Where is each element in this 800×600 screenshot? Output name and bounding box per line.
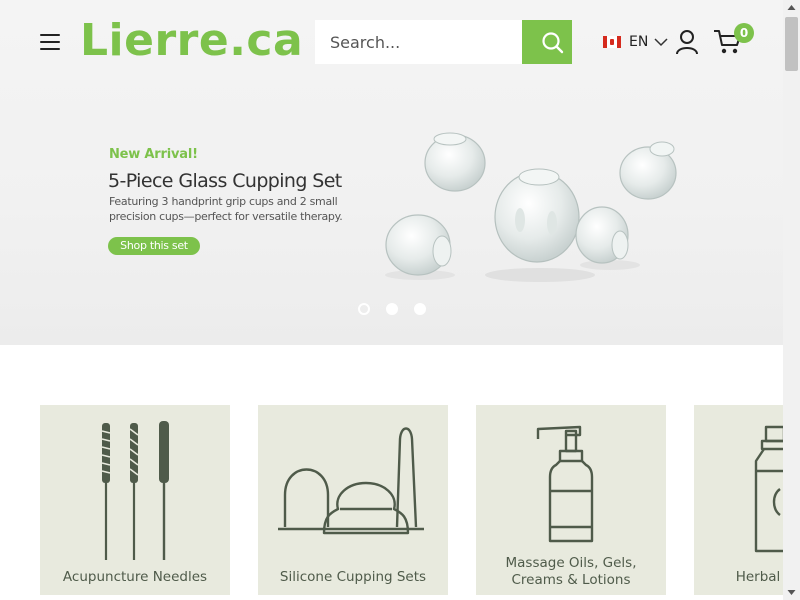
banner-kicker: New Arrival! <box>109 147 198 162</box>
slide-dot-1[interactable] <box>358 303 370 315</box>
chevron-down-icon <box>654 38 668 47</box>
canada-flag-icon <box>603 36 621 48</box>
herbal-bottle-icon <box>754 425 783 553</box>
menu-icon[interactable] <box>38 30 62 52</box>
scroll-down-arrow-icon[interactable] <box>783 583 800 600</box>
language-selector[interactable]: EN <box>603 31 668 53</box>
category-label: Acupuncture Needles <box>62 569 208 585</box>
category-card-silicone-cupping[interactable]: Silicone Cupping Sets <box>258 405 448 595</box>
glass-cups-image <box>385 132 677 282</box>
category-label-line-1: Massage Oils, Gels, <box>505 555 637 571</box>
slide-dot-2[interactable] <box>386 303 398 315</box>
page: Lierre.ca EN 0 New Arrival! 5-Piece Glas… <box>0 0 783 600</box>
category-card-acupuncture[interactable]: Acupuncture Needles <box>40 405 230 595</box>
category-label: Silicone Cupping Sets <box>279 569 427 585</box>
slider-dots <box>358 303 426 315</box>
search-bar <box>315 20 572 64</box>
user-icon[interactable] <box>675 29 699 55</box>
category-label-line-2: Creams & Lotions <box>511 572 631 588</box>
category-label: Herbal <box>735 569 781 585</box>
search-button[interactable] <box>522 20 572 64</box>
silicone-cups-icon <box>278 427 424 535</box>
shop-this-set-button[interactable]: Shop this set <box>108 237 200 255</box>
cart-count-badge: 0 <box>734 23 754 43</box>
slide-dot-3[interactable] <box>414 303 426 315</box>
scroll-up-arrow-icon[interactable] <box>783 0 800 17</box>
language-code: EN <box>629 34 649 50</box>
site-logo[interactable]: Lierre.ca <box>80 14 303 68</box>
category-card-herbal[interactable]: Herbal <box>694 405 783 595</box>
scrollbar-thumb[interactable] <box>785 17 798 71</box>
search-input[interactable] <box>315 20 522 64</box>
banner-title: 5-Piece Glass Cupping Set <box>108 170 342 192</box>
acupuncture-needles-icon <box>101 421 169 560</box>
banner-description: Featuring 3 handprint grip cups and 2 sm… <box>109 195 343 223</box>
search-icon <box>542 32 564 54</box>
category-card-massage-oils[interactable]: Massage Oils, Gels, Creams & Lotions <box>476 405 666 595</box>
scrollbar[interactable] <box>783 0 800 600</box>
